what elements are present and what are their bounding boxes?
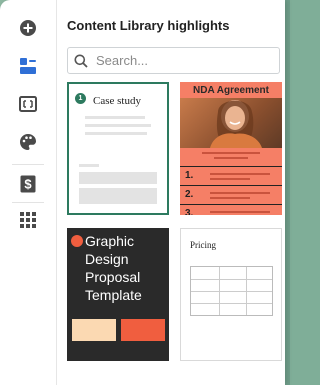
graphic-design-proposal-card[interactable]: Graphic Design Proposal Template: [67, 228, 169, 361]
search-input[interactable]: [94, 52, 268, 69]
nda-rows: 1. 2. 3.: [180, 166, 282, 215]
table-gridline: [191, 291, 272, 292]
placeholder-line: [210, 192, 270, 194]
placeholder-line: [210, 173, 270, 175]
placeholder-line: [85, 124, 151, 127]
card-title: NDA Agreement: [193, 85, 269, 96]
table-gridline: [191, 279, 272, 280]
grid-apps-icon: [20, 212, 36, 228]
portrait-image: [210, 100, 262, 148]
row-number: 1.: [185, 170, 194, 181]
nda-agreement-card[interactable]: NDA Agreement 1. 2. 3.: [180, 82, 282, 215]
frame-icon: [19, 96, 37, 112]
content-library-panel: $ Content Library highlights 1 Case stud…: [0, 0, 285, 385]
card-title: Pricing: [190, 240, 216, 250]
svg-text:$: $: [24, 177, 32, 192]
apps-button[interactable]: [14, 206, 42, 234]
placeholder-line: [210, 197, 250, 199]
card-title: Graphic Design Proposal Template: [85, 233, 142, 303]
placeholder-block: [79, 172, 157, 184]
search-icon: [74, 54, 88, 68]
placeholder-line: [210, 211, 270, 213]
placeholder-line: [202, 152, 260, 154]
step-badge: 1: [75, 93, 86, 104]
placeholder-line: [79, 164, 99, 167]
panel-title: Content Library highlights: [67, 18, 230, 33]
row-number: 2.: [185, 189, 194, 200]
row-number: 3.: [185, 208, 194, 215]
rail-divider: [12, 202, 44, 203]
placeholder-block: [79, 188, 157, 204]
table-gridline: [191, 303, 272, 304]
pricing-table: [190, 266, 273, 316]
rail-divider: [12, 164, 44, 165]
nda-row: 2.: [180, 185, 282, 204]
portrait-photo: [180, 98, 282, 148]
content-library-icon: [20, 58, 36, 74]
frame-button[interactable]: [14, 90, 42, 118]
case-study-card[interactable]: 1 Case study: [67, 82, 169, 215]
add-block-button[interactable]: [14, 14, 42, 42]
sidebar-rail: $: [0, 0, 57, 385]
orange-block: [121, 319, 165, 341]
plus-circle-icon: [20, 20, 36, 36]
nda-row: 3.: [180, 204, 282, 215]
card-title: Case study: [93, 95, 141, 107]
orange-dot-icon: [71, 235, 83, 247]
dollar-icon: $: [20, 175, 36, 193]
theme-button[interactable]: [14, 128, 42, 156]
content-library-button[interactable]: [14, 52, 42, 80]
pricing-button[interactable]: $: [14, 170, 42, 198]
search-box[interactable]: [67, 47, 280, 74]
peach-block: [72, 319, 116, 341]
placeholder-line: [214, 157, 248, 159]
placeholder-line: [210, 178, 250, 180]
placeholder-line: [85, 132, 147, 135]
placeholder-line: [85, 116, 145, 119]
nda-row: 1.: [180, 166, 282, 185]
pricing-card[interactable]: Pricing: [180, 228, 282, 361]
palette-icon: [20, 134, 36, 150]
